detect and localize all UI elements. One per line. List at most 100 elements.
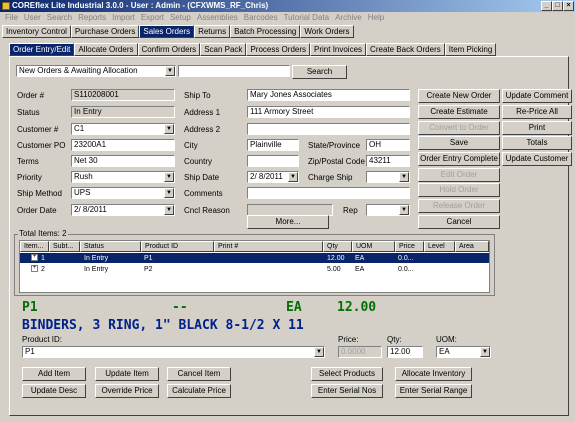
ship-to-field[interactable]: Mary Jones Associates [247, 89, 410, 101]
country-field[interactable] [247, 155, 299, 167]
menu-assemblies[interactable]: Assemblies [197, 13, 238, 22]
update-desc-button[interactable]: Update Desc [22, 384, 86, 398]
tab-purchase-orders[interactable]: Purchase Orders [70, 25, 140, 38]
menu-help[interactable]: Help [368, 13, 384, 22]
chevron-down-icon[interactable]: ▼ [164, 124, 174, 134]
tab-returns[interactable]: Returns [194, 25, 231, 38]
customer-select[interactable]: C1 ▼ [71, 123, 175, 135]
search-input[interactable] [178, 65, 290, 77]
menu-export[interactable]: Export [141, 13, 164, 22]
menu-setup[interactable]: Setup [170, 13, 191, 22]
menu-import[interactable]: Import [112, 13, 135, 22]
col-status[interactable]: Status [80, 241, 141, 252]
expand-icon[interactable]: + [31, 265, 38, 272]
close-icon[interactable]: × [563, 1, 574, 11]
release-order-button[interactable]: Release Order [418, 199, 500, 213]
select-products-button[interactable]: Select Products [311, 367, 383, 381]
charge-ship-select[interactable]: ▼ [366, 171, 410, 183]
terms-field[interactable]: Net 30 [71, 155, 175, 167]
edit-order-button[interactable]: Edit Order [418, 168, 500, 182]
chevron-down-icon[interactable]: ▼ [164, 172, 174, 182]
order-date-picker[interactable]: 2/ 8/2011 ▼ [71, 204, 175, 216]
convert-to-order-button[interactable]: Convert to Order [418, 121, 500, 135]
menu-reports[interactable]: Reports [78, 13, 106, 22]
totals-button[interactable]: Totals [502, 136, 572, 150]
update-comment-button[interactable]: Update Comment [502, 89, 572, 103]
tab-allocate-orders[interactable]: Allocate Orders [74, 43, 138, 56]
ship-to-label: Ship To [184, 91, 211, 100]
search-button[interactable]: Search [292, 65, 347, 79]
tab-work-orders[interactable]: Work Orders [300, 25, 354, 38]
chevron-down-icon[interactable]: ▼ [165, 66, 175, 76]
enter-serial-nos-button[interactable]: Enter Serial Nos [311, 384, 383, 398]
rep-select[interactable]: ▼ [366, 204, 410, 216]
menu-user[interactable]: User [24, 13, 41, 22]
chevron-down-icon[interactable]: ▼ [314, 347, 324, 357]
chevron-down-icon[interactable]: ▼ [480, 347, 490, 357]
chevron-down-icon[interactable]: ▼ [164, 205, 174, 215]
col-qty[interactable]: Qty [323, 241, 352, 252]
update-customer-button[interactable]: Update Customer [502, 152, 572, 166]
more-button[interactable]: More... [247, 215, 329, 229]
col-area[interactable]: Area [455, 241, 489, 252]
print-button[interactable]: Print [502, 121, 572, 135]
col-level[interactable]: Level [424, 241, 455, 252]
tab-item-picking[interactable]: Item Picking [444, 43, 497, 56]
save-button[interactable]: Save [418, 136, 500, 150]
tab-create-back-orders[interactable]: Create Back Orders [366, 43, 445, 56]
col-product-id[interactable]: Product ID [141, 241, 214, 252]
minimize-icon[interactable]: _ [541, 1, 552, 11]
menu-archive[interactable]: Archive [335, 13, 362, 22]
menu-search[interactable]: Search [47, 13, 72, 22]
create-estimate-button[interactable]: Create Estimate [418, 105, 500, 119]
address1-field[interactable]: 111 Armory Street [247, 106, 410, 118]
zip-field[interactable]: 43211 [366, 155, 410, 167]
tab-sales-orders[interactable]: Sales Orders [139, 25, 195, 38]
tab-process-orders[interactable]: Process Orders [246, 43, 311, 56]
menu-tutorial-data[interactable]: Tutorial Data [284, 13, 330, 22]
tab-scan-pack[interactable]: Scan Pack [200, 43, 247, 56]
product-id-select[interactable]: P1 ▼ [22, 346, 325, 358]
qty-field[interactable]: 12.00 [387, 346, 423, 358]
col-subtotal[interactable]: Subt... [49, 241, 80, 252]
ship-method-select[interactable]: UPS ▼ [71, 187, 175, 199]
cancel-button[interactable]: Cancel [418, 215, 500, 229]
chevron-down-icon[interactable]: ▼ [164, 188, 174, 198]
tab-print-invoices[interactable]: Print Invoices [310, 43, 367, 56]
order-entry-complete-button[interactable]: Order Entry Complete [418, 152, 500, 166]
col-price[interactable]: Price [395, 241, 424, 252]
maximize-icon[interactable]: □ [552, 1, 563, 11]
menu-barcodes[interactable]: Barcodes [244, 13, 278, 22]
customer-po-field[interactable]: 23200A1 [71, 139, 175, 151]
comments-field[interactable] [247, 187, 410, 199]
allocate-inventory-button[interactable]: Allocate Inventory [395, 367, 472, 381]
order-filter-select[interactable]: New Orders & Awaiting Allocation ▼ [16, 65, 176, 77]
address2-field[interactable] [247, 123, 410, 135]
chevron-down-icon[interactable]: ▼ [288, 172, 298, 182]
hold-order-button[interactable]: Hold Order [418, 183, 500, 197]
tab-inventory-control[interactable]: Inventory Control [2, 25, 71, 38]
update-item-button[interactable]: Update Item [95, 367, 159, 381]
uom-select[interactable]: EA ▼ [436, 346, 491, 358]
calculate-price-button[interactable]: Calculate Price [167, 384, 231, 398]
state-field[interactable]: OH [366, 139, 410, 151]
cancel-item-button[interactable]: Cancel Item [167, 367, 231, 381]
add-item-button[interactable]: Add Item [22, 367, 86, 381]
menu-file[interactable]: File [5, 13, 18, 22]
enter-serial-range-button[interactable]: Enter Serial Range [395, 384, 472, 398]
col-print-no[interactable]: Print # [214, 241, 323, 252]
tab-confirm-orders[interactable]: Confirm Orders [137, 43, 201, 56]
chevron-down-icon[interactable]: ▼ [399, 205, 409, 215]
tab-batch-processing[interactable]: Batch Processing [230, 25, 301, 38]
priority-select[interactable]: Rush ▼ [71, 171, 175, 183]
create-new-order-button[interactable]: Create New Order [418, 89, 500, 103]
ship-date-picker[interactable]: 2/ 8/2011 ▼ [247, 171, 299, 183]
reprice-all-button[interactable]: Re-Price All [502, 105, 572, 119]
col-uom[interactable]: UOM [352, 241, 395, 252]
chevron-down-icon[interactable]: ▼ [399, 172, 409, 182]
col-item[interactable]: Item... [20, 241, 49, 252]
override-price-button[interactable]: Override Price [95, 384, 159, 398]
city-field[interactable]: Plainville [247, 139, 299, 151]
expand-icon[interactable]: + [31, 254, 38, 261]
tab-order-entry-edit[interactable]: Order Entry/Edit [9, 43, 75, 56]
